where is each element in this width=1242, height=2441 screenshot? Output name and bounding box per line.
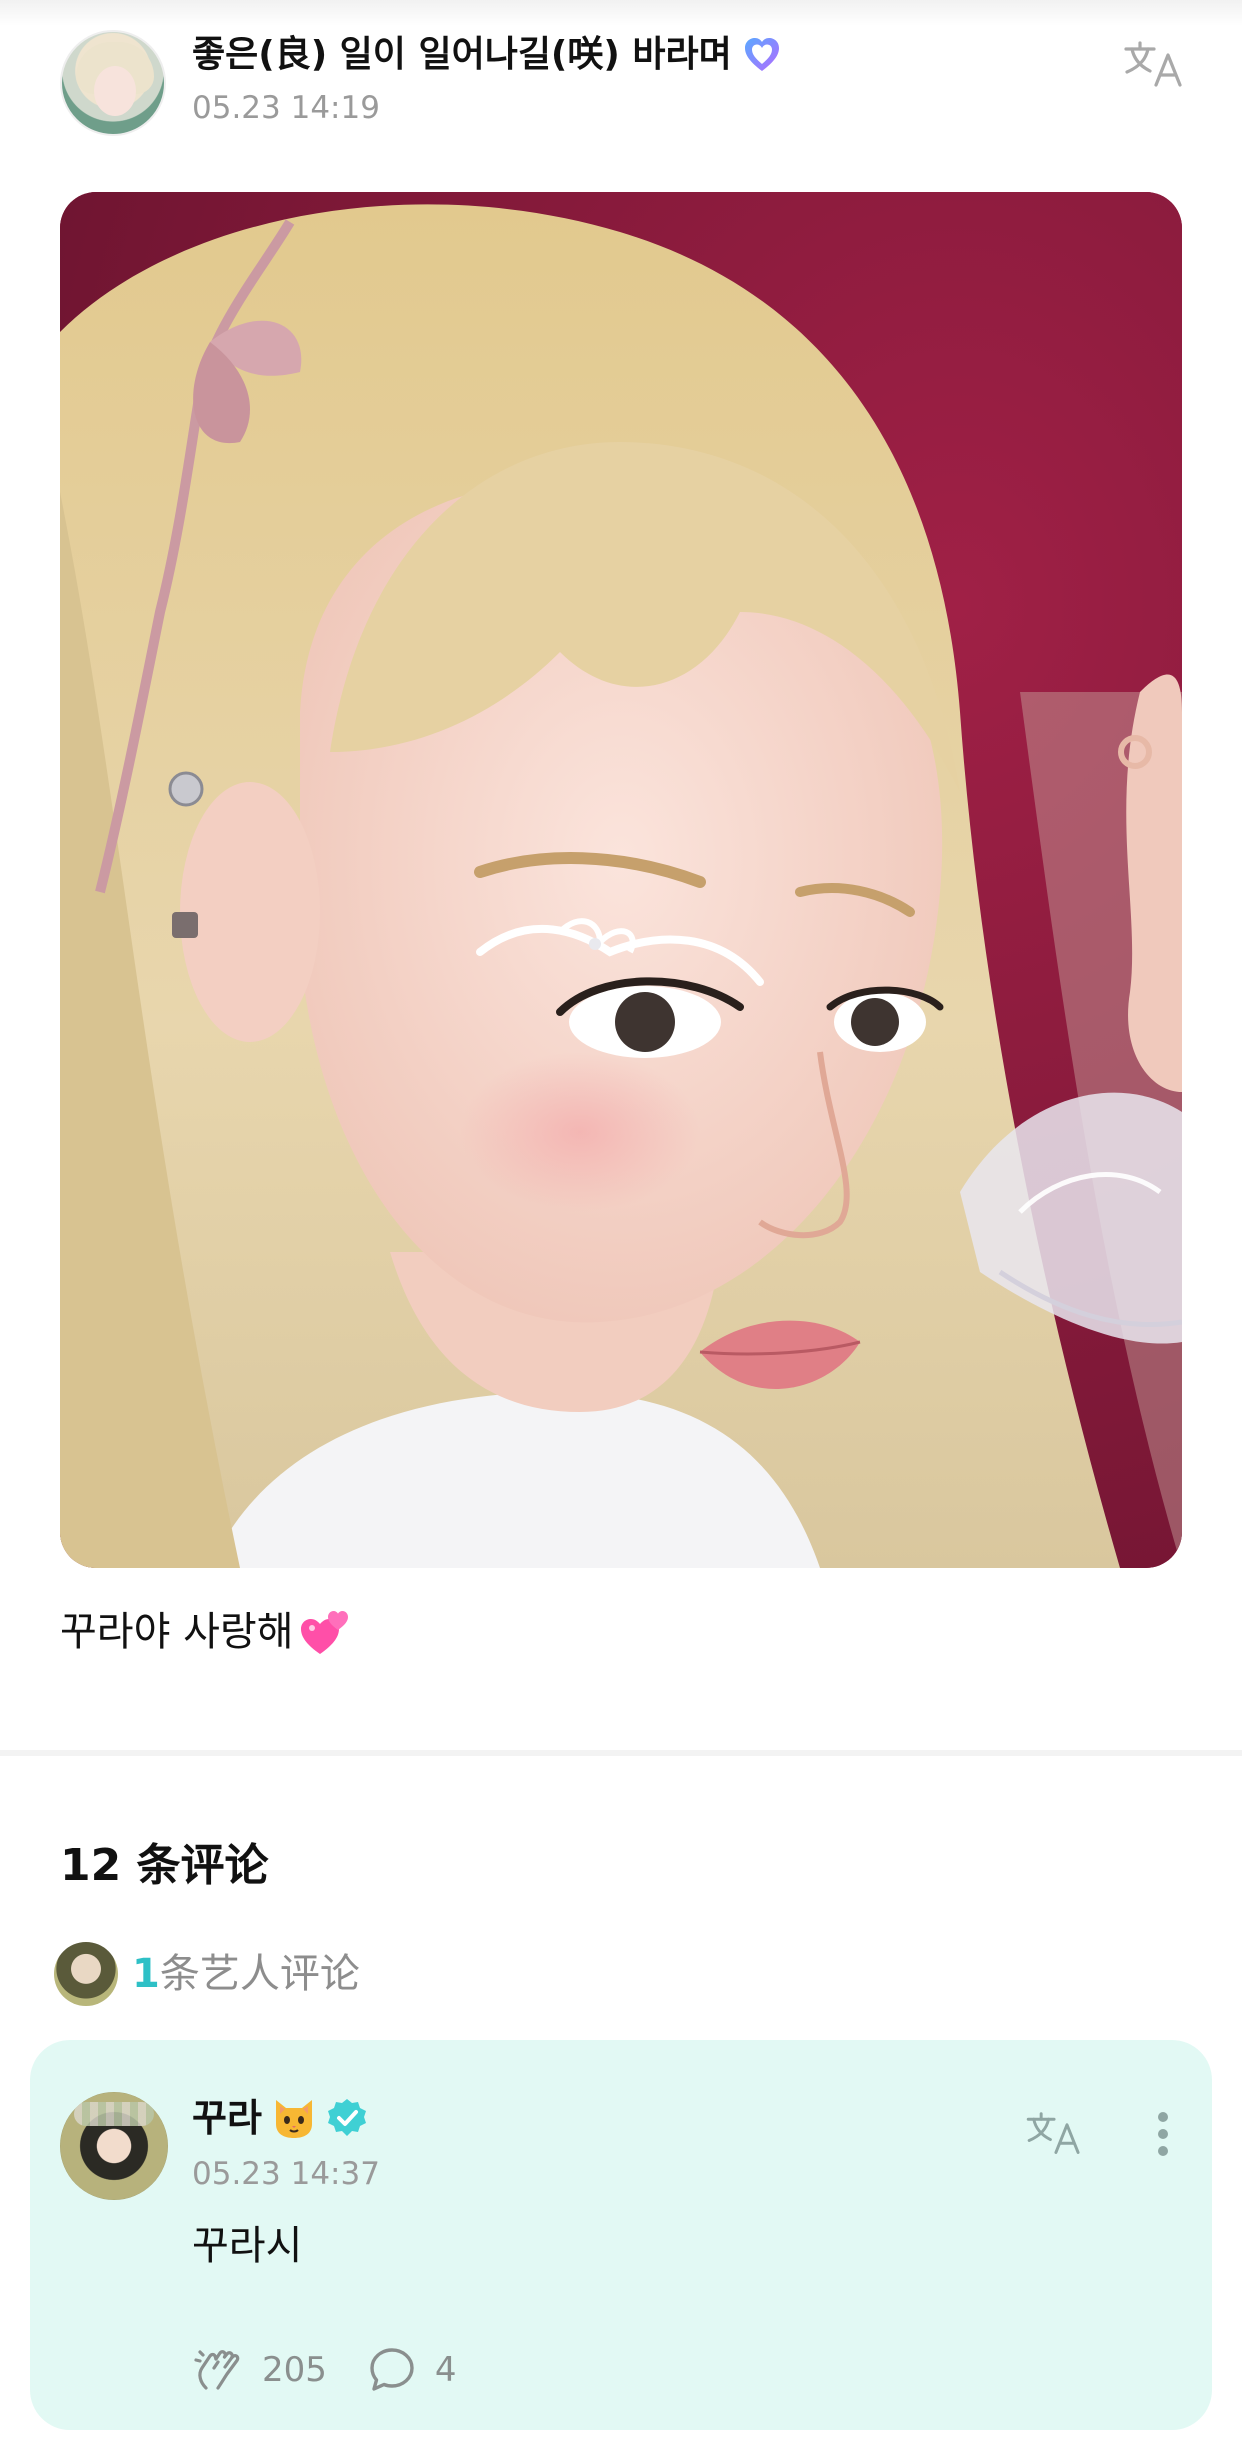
translate-icon bbox=[1124, 41, 1182, 87]
like-count: 205 bbox=[262, 2350, 327, 2390]
comment-more-button[interactable] bbox=[1146, 2104, 1180, 2164]
comment-translate-button[interactable] bbox=[1020, 2104, 1090, 2164]
comments-title: 12 条评论 bbox=[60, 1840, 269, 1891]
commenter-name[interactable]: 꾸라 bbox=[192, 2090, 262, 2146]
post-timestamp: 05.23 14:19 bbox=[192, 90, 380, 126]
artist-comments-filter[interactable]: 1条艺人评论 bbox=[54, 1942, 360, 2006]
flower-crown bbox=[74, 2102, 154, 2126]
translate-button[interactable] bbox=[1120, 34, 1190, 96]
two-hearts-emoji bbox=[298, 1604, 354, 1660]
author-name[interactable]: 좋은(良) 일이 일어나길(咲) 바라며 bbox=[192, 30, 732, 80]
comment-actions: 205 4 bbox=[192, 2340, 457, 2400]
author-name-row[interactable]: 좋은(良) 일이 일어나길(咲) 바라며 bbox=[192, 30, 784, 80]
purple-heart-badge-icon bbox=[740, 33, 784, 77]
artist-comment-label-text: 条艺人评论 bbox=[159, 1951, 360, 1997]
post-caption: 꾸라야 사랑해 bbox=[60, 1604, 354, 1660]
artist-mini-avatar bbox=[54, 1942, 118, 2006]
commenter-name-row[interactable]: 꾸라 bbox=[192, 2090, 368, 2146]
translate-icon bbox=[1026, 2112, 1080, 2154]
cat-face-emoji bbox=[270, 2094, 318, 2142]
comment-text: 꾸라시 bbox=[192, 2223, 303, 2269]
post-header: 좋은(良) 일이 일어나길(咲) 바라며 05.23 14:19 bbox=[60, 30, 1190, 140]
caption-text: 꾸라야 사랑해 bbox=[60, 1609, 294, 1655]
reply-count: 4 bbox=[434, 2350, 457, 2390]
reply-button[interactable]: 4 bbox=[367, 2340, 457, 2400]
verified-check-icon bbox=[326, 2097, 368, 2139]
avatar-face bbox=[94, 66, 136, 116]
comment-bubble-icon bbox=[370, 2348, 414, 2391]
artist-comment-card[interactable]: 꾸라 05.23 14:37 꾸라시 205 4 bbox=[30, 2040, 1212, 2430]
author-avatar[interactable] bbox=[60, 30, 166, 136]
post-detail-page: 좋은(良) 일이 일어나길(咲) 바라며 05.23 14:19 꾸라야 사랑해… bbox=[0, 0, 1242, 2441]
clap-like-icon bbox=[194, 2350, 240, 2390]
like-button[interactable]: 205 bbox=[192, 2340, 327, 2400]
top-shade bbox=[0, 0, 1242, 26]
photo-blonde-girl-with-ribbon bbox=[60, 192, 1182, 1568]
artist-comment-count: 1 bbox=[132, 1951, 160, 1997]
commenter-avatar[interactable] bbox=[60, 2092, 168, 2200]
artist-comments-label: 1条艺人评论 bbox=[132, 1942, 360, 2006]
comment-timestamp: 05.23 14:37 bbox=[192, 2156, 380, 2192]
post-image[interactable] bbox=[60, 192, 1182, 1568]
section-divider bbox=[0, 1750, 1242, 1756]
more-vertical-icon bbox=[1158, 2112, 1168, 2156]
